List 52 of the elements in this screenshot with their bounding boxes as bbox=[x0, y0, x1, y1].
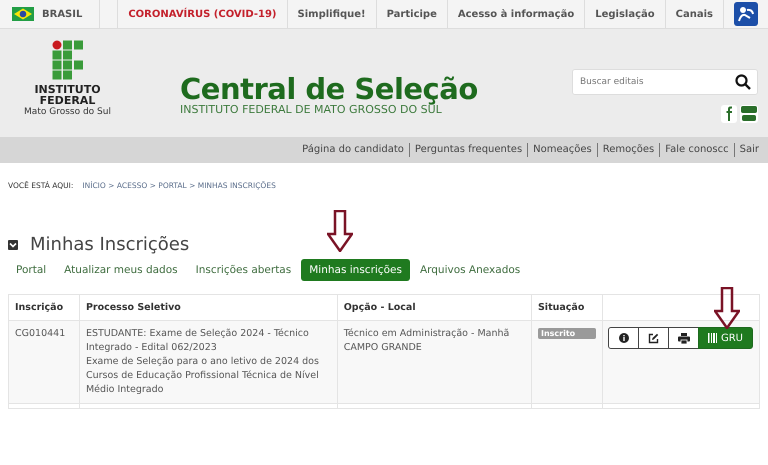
barcode-icon bbox=[708, 333, 718, 343]
print-icon bbox=[678, 332, 690, 344]
gov-link[interactable]: Acesso à informação bbox=[446, 0, 584, 28]
collapse-icon[interactable] bbox=[8, 240, 18, 250]
column-header: Inscrição bbox=[15, 302, 64, 313]
user-nav-link[interactable]: Remoções bbox=[596, 143, 660, 157]
logo-text: INSTITUTO bbox=[34, 84, 101, 95]
gov-link[interactable]: Legislação bbox=[584, 0, 665, 28]
table-cell-text: Técnico em Administração - Manhã bbox=[344, 327, 510, 341]
down-arrow-icon bbox=[327, 210, 353, 252]
edit-icon bbox=[648, 332, 659, 344]
flag-icon bbox=[12, 7, 34, 21]
table-cell-text: ESTUDANTE: Exame de Seleção 2024 - Técnico Integrado - Edital 062/2023 bbox=[86, 327, 310, 355]
accessibility-icon[interactable] bbox=[734, 2, 758, 26]
site-subtitle: INSTITUTO FEDERAL DE MATO GROSSO DO SUL bbox=[180, 103, 442, 116]
tab[interactable]: Portal bbox=[8, 259, 54, 281]
edit-button[interactable] bbox=[638, 327, 669, 349]
column-header: Situação bbox=[538, 302, 584, 313]
tab[interactable]: Minhas inscrições bbox=[301, 259, 410, 281]
table-cell-text: Exame de Seleção para o ano letivo de 2024 dos Cursos de Educação Profissional Técnica de Nível Médio Integrado bbox=[86, 355, 320, 397]
gov-link[interactable]: Participe bbox=[376, 0, 447, 28]
logo-icon bbox=[52, 40, 84, 80]
column-header: Processo Seletivo bbox=[86, 302, 181, 313]
country-label[interactable]: BRASIL bbox=[42, 8, 82, 20]
gov-link[interactable]: Simplifique! bbox=[286, 0, 376, 28]
gru-button[interactable]: GRU bbox=[698, 327, 753, 349]
search-icon[interactable] bbox=[735, 74, 751, 90]
user-nav-link[interactable]: Perguntas frequentes bbox=[408, 143, 528, 157]
search-input[interactable]: Buscar editais bbox=[573, 76, 735, 88]
tab[interactable]: Arquivos Anexados bbox=[412, 259, 528, 281]
info-button[interactable] bbox=[608, 327, 639, 349]
user-nav-link[interactable]: Sair bbox=[734, 143, 764, 157]
logo-subtext: Mato Grosso do Sul bbox=[24, 107, 111, 117]
table-cell-text: CAMPO GRANDE bbox=[344, 341, 423, 355]
tab[interactable]: Inscrições abertas bbox=[188, 259, 300, 281]
info-icon bbox=[618, 333, 628, 343]
facebook-icon[interactable] bbox=[721, 105, 737, 123]
section-title: Minhas Inscrições bbox=[30, 234, 190, 255]
status-tag: Inscrito bbox=[538, 328, 596, 339]
logo-text: FEDERAL bbox=[40, 95, 96, 106]
down-arrow-icon bbox=[714, 287, 740, 329]
search-field[interactable]: Buscar editais bbox=[572, 69, 758, 95]
table-cell: CG010441 bbox=[15, 328, 66, 339]
tab[interactable]: Atualizar meus dados bbox=[56, 259, 186, 281]
user-nav-link[interactable]: Nomeações bbox=[527, 143, 597, 157]
column-header: Opção - Local bbox=[344, 302, 416, 313]
user-nav-link[interactable]: Página do candidato bbox=[297, 143, 409, 157]
gov-link[interactable]: Canais bbox=[664, 0, 723, 28]
site-title: Central de Seleção bbox=[180, 72, 478, 106]
gov-link[interactable]: CORONAVÍRUS (COVID-19) bbox=[117, 0, 287, 28]
print-button[interactable] bbox=[668, 327, 699, 349]
user-nav-link[interactable]: Fale conoscc bbox=[659, 143, 734, 157]
